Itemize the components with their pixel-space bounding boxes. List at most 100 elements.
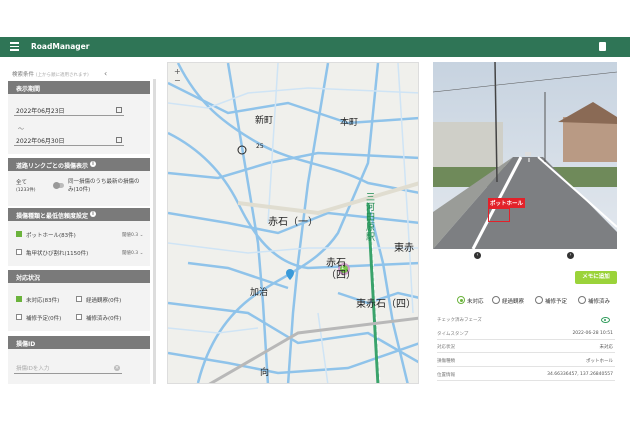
map-label-elevation: 25 <box>256 143 264 150</box>
collapse-chevron-icon[interactable]: ‹ <box>104 69 107 78</box>
search-conditions-note: (上から順に適用されます) <box>35 73 89 78</box>
clear-icon[interactable]: × <box>114 365 120 371</box>
damage-id-placeholder: 損傷IDを入力 <box>16 366 50 372</box>
start-date-field[interactable]: 2022年06月23日 <box>14 106 124 116</box>
pothole-label: ポットホール(83件) <box>26 233 76 239</box>
road-link-all-count: (1233件) <box>16 188 36 193</box>
zoom-controls[interactable]: + − <box>174 67 181 85</box>
field-value: 未対応 <box>599 345 614 350</box>
field-value: 34.66336457, 137.26840557 <box>547 372 613 377</box>
street-photo <box>433 62 617 249</box>
status-repaired-label: 補修済み(0件) <box>86 316 122 322</box>
damage-types-title: 損傷種類と最低信頼度設定 <box>16 213 89 220</box>
damage-id-header: 損傷ID <box>8 336 150 349</box>
date-separator: 〜 <box>18 126 25 133</box>
radio-unhandled[interactable] <box>457 296 465 304</box>
road-link-latest-label: 同一損傷のうち最新の損傷のみ(10件) <box>68 179 140 193</box>
pothole-threshold-select[interactable]: 閾値0.3 ⌄ <box>122 232 143 238</box>
calendar-icon[interactable] <box>116 107 122 113</box>
info-icon[interactable]: i <box>90 211 97 217</box>
pothole-tag: ポットホール <box>488 198 526 208</box>
search-conditions-header: 検索条件 (上から順に適用されます) ‹ <box>12 69 107 78</box>
app-header: RoadManager <box>0 37 630 57</box>
map-label-mukai: 向 <box>260 368 270 378</box>
field-row: 対応状況 未対応 <box>437 343 615 353</box>
document-icon[interactable] <box>599 42 606 51</box>
field-row: タイムスタンプ 2022-06-28 10:51 <box>437 330 615 340</box>
menu-icon[interactable] <box>10 42 19 51</box>
status-unhandled-checkbox[interactable] <box>16 296 22 302</box>
map-label-akaishi-1: 赤石（一） <box>268 217 318 228</box>
radio-repaired-label: 補修済み <box>588 299 611 305</box>
road-link-all-label: 全て <box>16 180 28 186</box>
map-label-kaji: 加治 <box>250 288 269 298</box>
map-label-higashi-akaishi-4: 東赤石（四） <box>356 299 416 310</box>
app-title: RoadManager <box>31 42 90 51</box>
radio-observation[interactable] <box>492 296 500 304</box>
field-key: 損傷種類 <box>437 359 455 364</box>
prev-arrow-icon[interactable]: ‹ <box>474 252 481 259</box>
search-sidebar: 検索条件 (上から順に適用されます) ‹ 表示期間 2022年06月23日 〜 … <box>8 64 156 384</box>
status-repaired-checkbox[interactable] <box>76 314 82 320</box>
road-link-title: 道路リンクごとの損傷表示 <box>16 163 88 170</box>
pothole-bounding-box <box>488 208 510 222</box>
status-planned-label: 補修予定(0件) <box>26 316 62 322</box>
alligator-crack-threshold-select[interactable]: 閾値0.3 ⌄ <box>122 250 143 256</box>
search-conditions-title: 検索条件 <box>12 72 35 78</box>
zoom-out-icon[interactable]: − <box>174 76 181 85</box>
radio-observation-label: 経過観察 <box>502 299 525 305</box>
radio-repaired[interactable] <box>578 296 586 304</box>
field-value: ポットホール <box>586 359 613 364</box>
damage-photo: ポットホール <box>433 62 617 249</box>
damage-id-title: 損傷ID <box>16 341 36 348</box>
field-row: 損傷種類 ポットホール <box>437 357 615 367</box>
radio-planned-label: 補修予定 <box>545 299 568 305</box>
info-icon[interactable]: i <box>89 161 96 167</box>
status-observation-label: 経過観察(0件) <box>86 298 122 304</box>
pothole-threshold-value: 閾値0.3 <box>122 233 139 238</box>
map-label-station: 三河田原駅 <box>366 193 376 243</box>
field-key: 対応状況 <box>437 345 455 350</box>
map-view[interactable]: + − 新町 本町 25 赤石（一） 赤石（四） 東赤石（四） 東赤 三河田原駅 … <box>167 62 419 384</box>
map-label-honmachi: 本町 <box>340 118 359 128</box>
display-period-title: 表示期間 <box>16 86 41 93</box>
map-label-shinmachi: 新町 <box>255 116 274 126</box>
road-link-toggle[interactable] <box>53 182 64 189</box>
sidebar-scrollbar[interactable] <box>153 79 156 384</box>
field-value: 2022-06-28 10:51 <box>572 331 613 336</box>
end-date-value: 2022年06月30日 <box>16 138 65 145</box>
status-unhandled-label: 未対応(83件) <box>26 298 60 304</box>
damage-types-panel: ポットホール(83件) 閾値0.3 ⌄ 亀甲状ひび割れ(1150件) 閾値0.3… <box>8 221 150 266</box>
status-observation-checkbox[interactable] <box>76 296 82 302</box>
calendar-icon[interactable] <box>116 137 122 143</box>
road-link-header: 道路リンクごとの損傷表示 i <box>8 158 150 171</box>
status-header: 対応状況 <box>8 270 150 283</box>
alligator-crack-threshold-value: 閾値0.3 <box>122 251 139 256</box>
damage-id-input[interactable]: 損傷IDを入力 × <box>14 364 122 374</box>
check-phase-row: チェック済みフェーズ <box>437 316 615 326</box>
radio-planned[interactable] <box>535 296 543 304</box>
status-title: 対応状況 <box>16 275 41 282</box>
end-date-field[interactable]: 2022年06月30日 <box>14 136 124 146</box>
field-key: タイムスタンプ <box>437 332 469 337</box>
field-row: 位置情報 34.66336457, 137.26840557 <box>437 371 615 381</box>
next-arrow-icon[interactable]: › <box>567 252 574 259</box>
map-cluster-count[interactable]: 1 <box>341 265 344 271</box>
alligator-crack-checkbox[interactable] <box>16 249 22 255</box>
zoom-in-icon[interactable]: + <box>174 67 181 76</box>
display-period-header: 表示期間 <box>8 81 150 94</box>
add-memo-button[interactable]: メモに追加 <box>575 271 617 284</box>
eye-icon[interactable] <box>601 317 610 323</box>
display-period-panel: 2022年06月23日 〜 2022年06月30日 <box>8 94 150 154</box>
alligator-crack-label: 亀甲状ひび割れ(1150件) <box>26 251 89 257</box>
field-key: 位置情報 <box>437 373 455 378</box>
radio-unhandled-label: 未対応 <box>467 299 484 305</box>
start-date-value: 2022年06月23日 <box>16 108 65 115</box>
check-phase-label: チェック済みフェーズ <box>437 318 482 323</box>
map-label-higashi-aka: 東赤 <box>394 243 414 254</box>
road-link-panel: 全て (1233件) 同一損傷のうち最新の損傷のみ(10件) <box>8 171 150 206</box>
pothole-checkbox[interactable] <box>16 231 22 237</box>
damage-types-header: 損傷種類と最低信頼度設定 i <box>8 208 150 221</box>
status-planned-checkbox[interactable] <box>16 314 22 320</box>
status-panel: 未対応(83件) 経過観察(0件) 補修予定(0件) 補修済み(0件) <box>8 283 150 331</box>
